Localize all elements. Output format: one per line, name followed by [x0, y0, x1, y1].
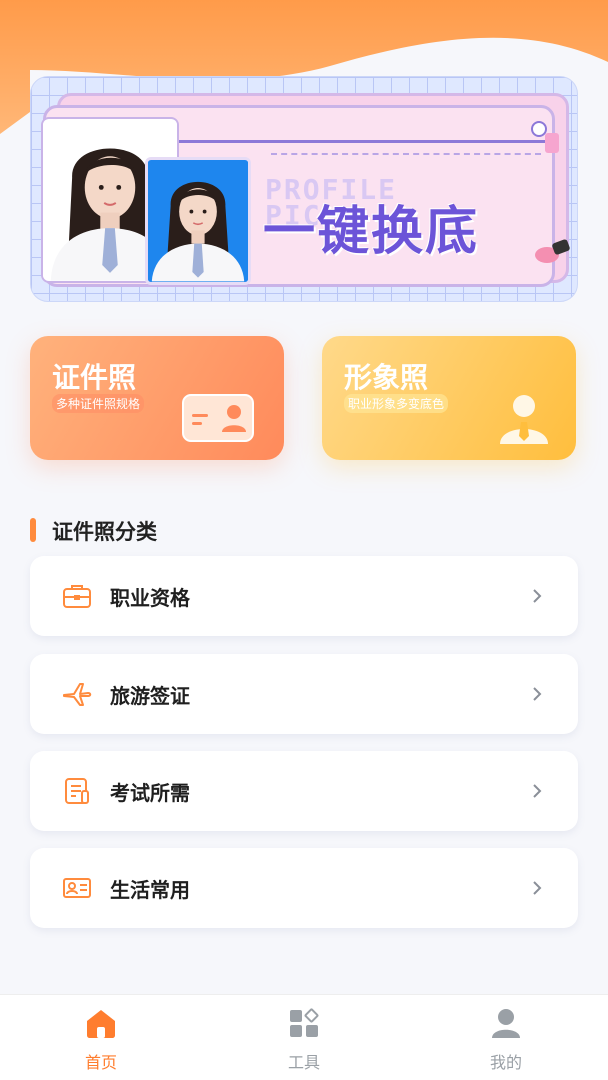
category-item-visa[interactable]: 旅游签证 [30, 654, 578, 734]
banner-tab-decoration [545, 133, 559, 153]
category-label: 职业资格 [110, 586, 190, 610]
image-photo-card-title: 形象照 [344, 361, 429, 394]
id-photo-card-subtitle: 多种证件照规格 [52, 394, 145, 413]
tab-label: 我的 [489, 1053, 522, 1072]
change-background-banner[interactable]: PROFILE PIC 一键换底 [30, 76, 578, 302]
category-item-daily[interactable]: 生活常用 [30, 848, 578, 928]
category-item-exam[interactable]: 考试所需 [30, 751, 578, 831]
tab-home[interactable]: 首页 [41, 995, 161, 1080]
chevron-right-icon [533, 687, 542, 701]
banner-title: 一键换底 [263, 202, 480, 262]
image-photo-card[interactable]: 形象照 职业形象多变底色 [322, 336, 576, 460]
bottom-tab-bar: 首页 工具 我的 [0, 994, 608, 1080]
image-photo-card-subtitle: 职业形象多变底色 [344, 394, 449, 413]
sample-portrait-blue-bg [145, 157, 251, 285]
section-title: 证件照分类 [52, 520, 157, 544]
tab-label: 首页 [84, 1053, 117, 1072]
id-photo-card[interactable]: 证件照 多种证件照规格 [30, 336, 284, 460]
section-accent-bar [30, 518, 36, 542]
banner-dashed-line [271, 153, 541, 155]
airplane-icon [63, 683, 92, 706]
pink-gem-decoration [535, 239, 570, 263]
tab-label: 工具 [287, 1053, 320, 1072]
banner-window-bar [161, 119, 551, 143]
user-icon [492, 1009, 520, 1038]
chevron-right-icon [533, 881, 542, 895]
tab-profile[interactable]: 我的 [446, 995, 566, 1080]
id-badge-icon [63, 878, 91, 898]
tab-tools[interactable]: 工具 [244, 995, 364, 1080]
category-label: 考试所需 [110, 781, 190, 805]
home-icon [87, 1010, 115, 1038]
chevron-right-icon [533, 589, 542, 603]
chevron-right-icon [533, 784, 542, 798]
category-item-professional[interactable]: 职业资格 [30, 556, 578, 636]
category-label: 旅游签证 [110, 684, 190, 708]
briefcase-icon [63, 585, 91, 608]
id-card-icon [182, 394, 254, 442]
category-label: 生活常用 [110, 878, 190, 902]
tools-grid-icon [290, 1008, 319, 1037]
person-tie-icon [500, 395, 548, 444]
id-photo-card-title: 证件照 [52, 361, 137, 394]
exam-paper-icon [65, 778, 89, 804]
